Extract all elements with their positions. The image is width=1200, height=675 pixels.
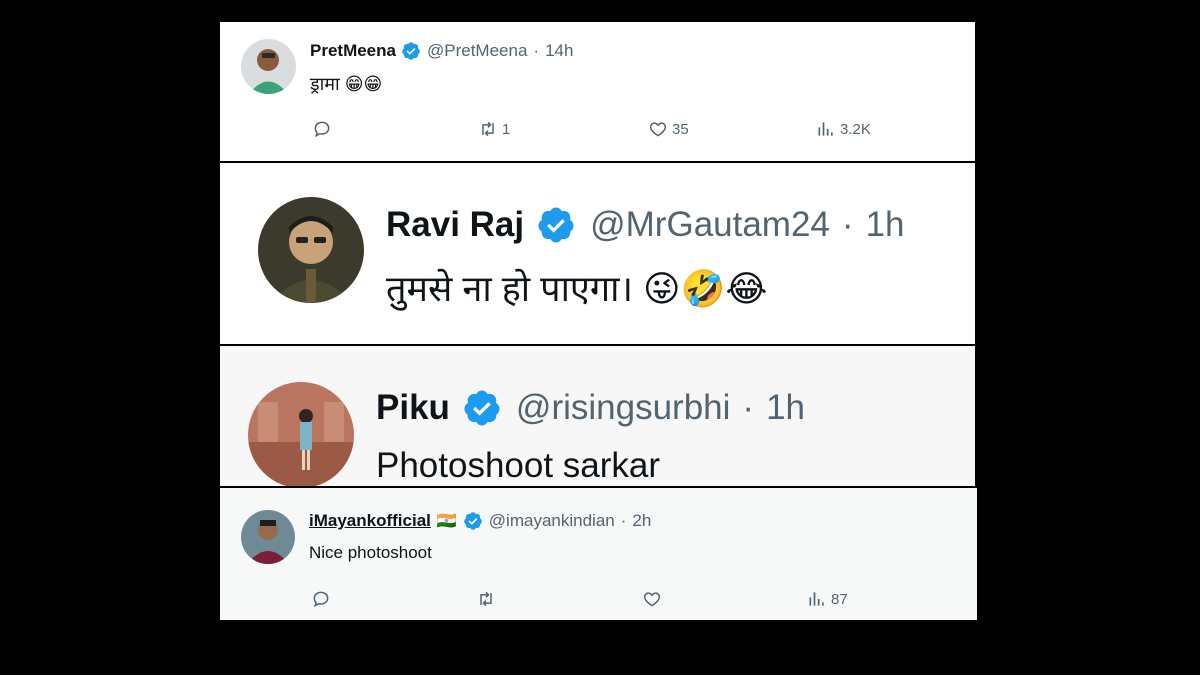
tweet-header: PretMeena @PretMeena · 14h xyxy=(310,40,573,62)
like-button[interactable] xyxy=(642,589,662,609)
timestamp[interactable]: 1h xyxy=(866,205,905,245)
tweet-card[interactable]: PretMeena @PretMeena · 14h ड्रामा 😁😁 1 3… xyxy=(220,22,975,161)
tweet-header: Ravi Raj @MrGautam24 · 1h xyxy=(386,203,905,247)
user-handle[interactable]: @imayankindian xyxy=(489,511,615,531)
like-button[interactable]: 35 xyxy=(648,119,689,139)
tweet-card[interactable]: Piku @risingsurbhi · 1h Photoshoot sarka… xyxy=(220,346,975,486)
reply-button[interactable] xyxy=(312,119,336,139)
verified-badge-icon xyxy=(536,205,576,245)
display-name[interactable]: iMayankofficial xyxy=(309,511,431,531)
retweet-count: 1 xyxy=(502,120,511,138)
verified-badge-icon xyxy=(401,41,421,61)
avatar[interactable] xyxy=(241,39,296,94)
avatar[interactable] xyxy=(241,510,295,564)
view-count: 3.2K xyxy=(840,120,871,138)
display-name[interactable]: Piku xyxy=(376,388,450,428)
separator-dot: · xyxy=(841,205,854,244)
tweet-text: तुमसे ना हो पाएगा। 😜🤣😂 xyxy=(386,268,768,309)
reply-icon xyxy=(314,121,330,138)
views-chart-icon xyxy=(818,122,833,136)
retweet-button[interactable]: 1 xyxy=(478,119,510,139)
verified-badge-icon xyxy=(463,511,483,531)
avatar[interactable] xyxy=(258,197,364,303)
reply-icon xyxy=(313,591,329,608)
tweet-header: iMayankofficial 🇮🇳 @imayankindian · 2h xyxy=(309,510,651,532)
tweet-text: Nice photoshoot xyxy=(309,543,432,562)
verified-badge-icon xyxy=(462,388,502,428)
display-name[interactable]: Ravi Raj xyxy=(386,205,524,245)
tweet-card[interactable]: iMayankofficial 🇮🇳 @imayankindian · 2h N… xyxy=(220,488,977,620)
heart-icon xyxy=(649,122,667,137)
tweet-text: Photoshoot sarkar xyxy=(376,446,661,485)
timestamp[interactable]: 14h xyxy=(545,41,573,61)
views-button[interactable]: 3.2K xyxy=(816,119,871,139)
like-count: 35 xyxy=(672,120,689,138)
separator-dot: · xyxy=(742,388,755,427)
india-flag-icon: 🇮🇳 xyxy=(436,513,457,530)
timestamp[interactable]: 2h xyxy=(632,511,651,531)
user-handle[interactable]: @PretMeena xyxy=(427,41,527,61)
tweet-text: ड्रामा 😁😁 xyxy=(310,74,383,94)
avatar[interactable] xyxy=(248,382,354,486)
retweet-button[interactable] xyxy=(476,589,496,609)
user-handle[interactable]: @risingsurbhi xyxy=(516,388,731,428)
heart-icon xyxy=(643,592,661,607)
tweet-card[interactable]: Ravi Raj @MrGautam24 · 1h तुमसे ना हो पा… xyxy=(220,163,975,344)
views-chart-icon xyxy=(809,592,824,606)
reply-button[interactable] xyxy=(311,589,331,609)
retweet-icon xyxy=(480,591,492,607)
tweet-header: Piku @risingsurbhi · 1h xyxy=(376,386,805,430)
separator-dot: · xyxy=(533,41,540,60)
views-button[interactable]: 87 xyxy=(807,589,848,609)
separator-dot: · xyxy=(620,511,627,530)
user-handle[interactable]: @MrGautam24 xyxy=(590,205,830,245)
retweet-icon xyxy=(482,121,494,137)
timestamp[interactable]: 1h xyxy=(766,388,805,428)
display-name[interactable]: PretMeena xyxy=(310,41,396,61)
view-count: 87 xyxy=(831,590,848,608)
